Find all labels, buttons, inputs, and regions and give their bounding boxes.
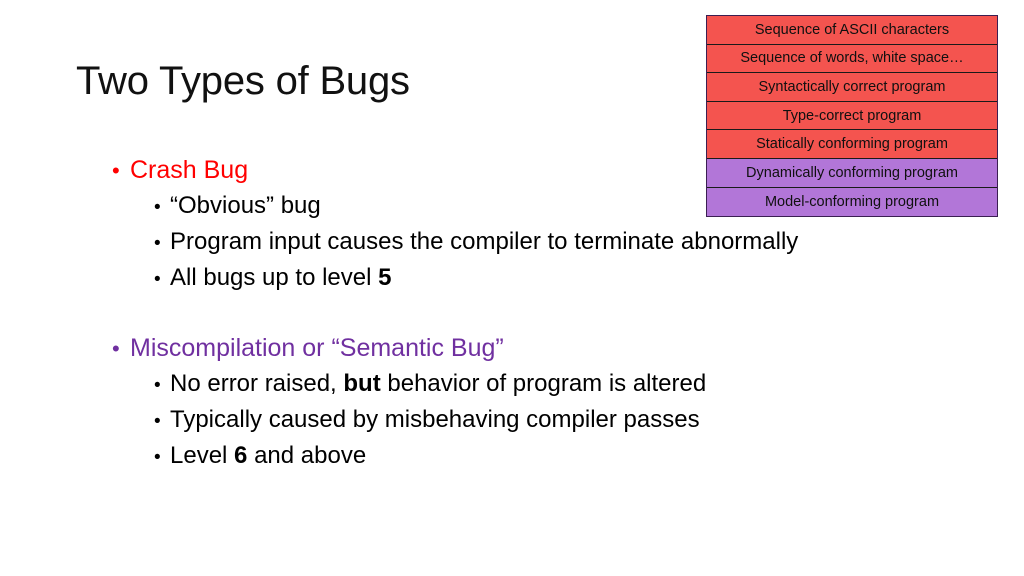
bullet-semantic-bug: • Miscompilation or “Semantic Bug” bbox=[112, 333, 712, 369]
bullet-crash-bug-label: Crash Bug bbox=[130, 156, 249, 184]
bullet-point-icon: • bbox=[154, 269, 161, 290]
text-segment: behavior of program is altered bbox=[380, 370, 707, 397]
bullet-semantic-sub-3-text: Level 6 and above bbox=[170, 441, 366, 471]
text-segment: No error raised, bbox=[170, 370, 344, 397]
stack-row-label: Dynamically conforming program bbox=[746, 164, 958, 181]
bullet-point-icon: • bbox=[154, 411, 161, 432]
stack-row: Statically conforming program bbox=[707, 130, 997, 159]
bullet-semantic-sub-2: • Typically caused by misbehaving compil… bbox=[154, 405, 712, 441]
bullet-semantic-bug-label: Miscompilation or “Semantic Bug” bbox=[130, 334, 504, 362]
text-segment: and above bbox=[247, 442, 367, 469]
bullet-point-icon: • bbox=[154, 447, 161, 468]
stack-row-label: Sequence of words, white space… bbox=[740, 50, 964, 67]
text-segment: Program input causes the compiler to ter… bbox=[170, 228, 799, 255]
slide-canvas: { "slide": { "title": "Two Types of Bugs… bbox=[0, 0, 1024, 576]
stack-row-label: Type-correct program bbox=[782, 107, 922, 124]
bullet-point-icon: • bbox=[154, 197, 161, 218]
bullet-crash-sub-1: • “Obvious” bug bbox=[154, 191, 712, 227]
bullet-point-icon: • bbox=[154, 233, 161, 254]
bullet-semantic-sub-1-text: No error raised, but behavior of program… bbox=[170, 369, 706, 399]
bullet-semantic-sub-3: • Level 6 and above bbox=[154, 441, 712, 477]
stack-row: Sequence of ASCII characters bbox=[707, 16, 997, 45]
bullet-point-icon: • bbox=[154, 375, 161, 396]
page-title: Two Types of Bugs bbox=[76, 59, 410, 103]
bullet-point-icon: • bbox=[112, 336, 120, 361]
bullet-crash-bug: • Crash Bug bbox=[112, 155, 712, 191]
text-segment: Typically caused by misbehaving compiler… bbox=[170, 406, 700, 433]
bullet-crash-sub-3: • All bugs up to level 5 bbox=[154, 263, 712, 299]
bullet-crash-sub-2: • Program input causes the compiler to t… bbox=[154, 227, 798, 263]
text-segment-bold: 6 bbox=[234, 442, 248, 469]
bullet-semantic-sub-1: • No error raised, but behavior of progr… bbox=[154, 369, 712, 405]
stack-row-label: Syntactically correct program bbox=[758, 78, 946, 95]
stack-row: Syntactically correct program bbox=[707, 73, 997, 102]
bullet-group-spacer bbox=[112, 299, 712, 333]
text-segment: Level bbox=[170, 442, 235, 469]
bullet-crash-sub-2-text: Program input causes the compiler to ter… bbox=[170, 227, 798, 257]
stack-row-label: Model-conforming program bbox=[764, 193, 940, 210]
stack-row-label: Statically conforming program bbox=[756, 136, 948, 153]
stack-row: Model-conforming program bbox=[707, 187, 997, 217]
stack-row: Dynamically conforming program bbox=[707, 158, 997, 188]
stack-row-label: Sequence of ASCII characters bbox=[754, 21, 950, 38]
stack-row: Sequence of words, white space… bbox=[707, 44, 997, 74]
bullet-list: • Crash Bug • “Obvious” bug • Program in… bbox=[112, 155, 798, 477]
text-segment: All bugs up to level bbox=[170, 264, 379, 291]
bullet-point-icon: • bbox=[112, 158, 120, 183]
program-level-stack-table: Sequence of ASCII characters Sequence of… bbox=[706, 15, 998, 218]
bullet-crash-sub-3-text: All bugs up to level 5 bbox=[170, 263, 391, 293]
stack-row: Type-correct program bbox=[707, 101, 997, 131]
bullet-crash-sub-1-text: “Obvious” bug bbox=[170, 191, 321, 221]
bullet-semantic-sub-2-text: Typically caused by misbehaving compiler… bbox=[170, 405, 700, 435]
text-segment-bold: 5 bbox=[378, 264, 392, 291]
text-segment-bold: but bbox=[343, 370, 381, 397]
text-segment: “Obvious” bug bbox=[170, 192, 321, 219]
